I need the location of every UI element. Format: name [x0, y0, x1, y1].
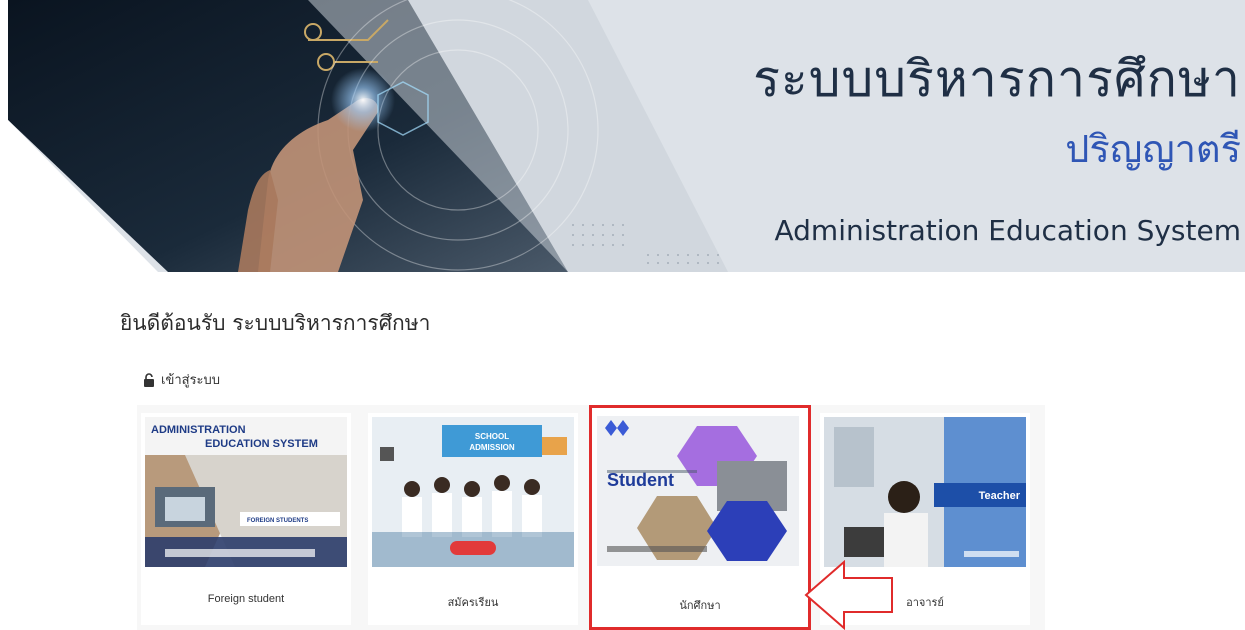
student-thumbnail: Student	[597, 416, 799, 566]
thumb-text: EDUCATION SYSTEM	[205, 438, 318, 450]
card-label: นักศึกษา	[679, 600, 721, 612]
foreign-student-thumbnail: ADMINISTRATION EDUCATION SYSTEM FOREIGN …	[145, 417, 347, 567]
admission-thumbnail: SCHOOL ADMISSION	[372, 417, 574, 567]
banner-title-english: Administration Education System	[774, 214, 1242, 247]
card-foreign-student[interactable]: ADMINISTRATION EDUCATION SYSTEM FOREIGN …	[141, 413, 351, 625]
lock-icon	[144, 372, 154, 387]
thumb-text: ADMISSION	[469, 443, 515, 452]
banner-image	[8, 0, 728, 272]
login-label: เข้าสู่ระบบ	[161, 373, 221, 388]
card-admission[interactable]: SCHOOL ADMISSION สมัครเรียน	[368, 413, 578, 625]
card-student[interactable]: Student นักศึกษา	[589, 405, 811, 630]
banner-title-thai: ระบบบริหารการศึกษา	[753, 50, 1241, 108]
teacher-thumbnail: Teacher	[824, 417, 1026, 567]
menu-card-grid: ADMINISTRATION EDUCATION SYSTEM FOREIGN …	[137, 405, 1045, 630]
thumb-text: Teacher	[979, 490, 1021, 502]
card-label: สมัครเรียน	[447, 597, 499, 609]
banner-subtitle-thai: ปริญญาตรี	[1065, 127, 1241, 171]
login-link[interactable]: เข้าสู่ระบบ	[143, 369, 220, 390]
thumb-text: SCHOOL	[475, 432, 509, 441]
thumb-text: FOREIGN STUDENTS	[247, 518, 308, 524]
thumb-text: ADMINISTRATION	[151, 424, 246, 436]
pointer-arrow-icon	[804, 560, 893, 630]
header-banner: ระบบบริหารการศึกษา ปริญญาตรี Administrat…	[8, 0, 1245, 272]
welcome-heading: ยินดีต้อนรับ ระบบบริหารการศึกษา	[120, 311, 431, 335]
card-label: Foreign student	[207, 593, 285, 605]
